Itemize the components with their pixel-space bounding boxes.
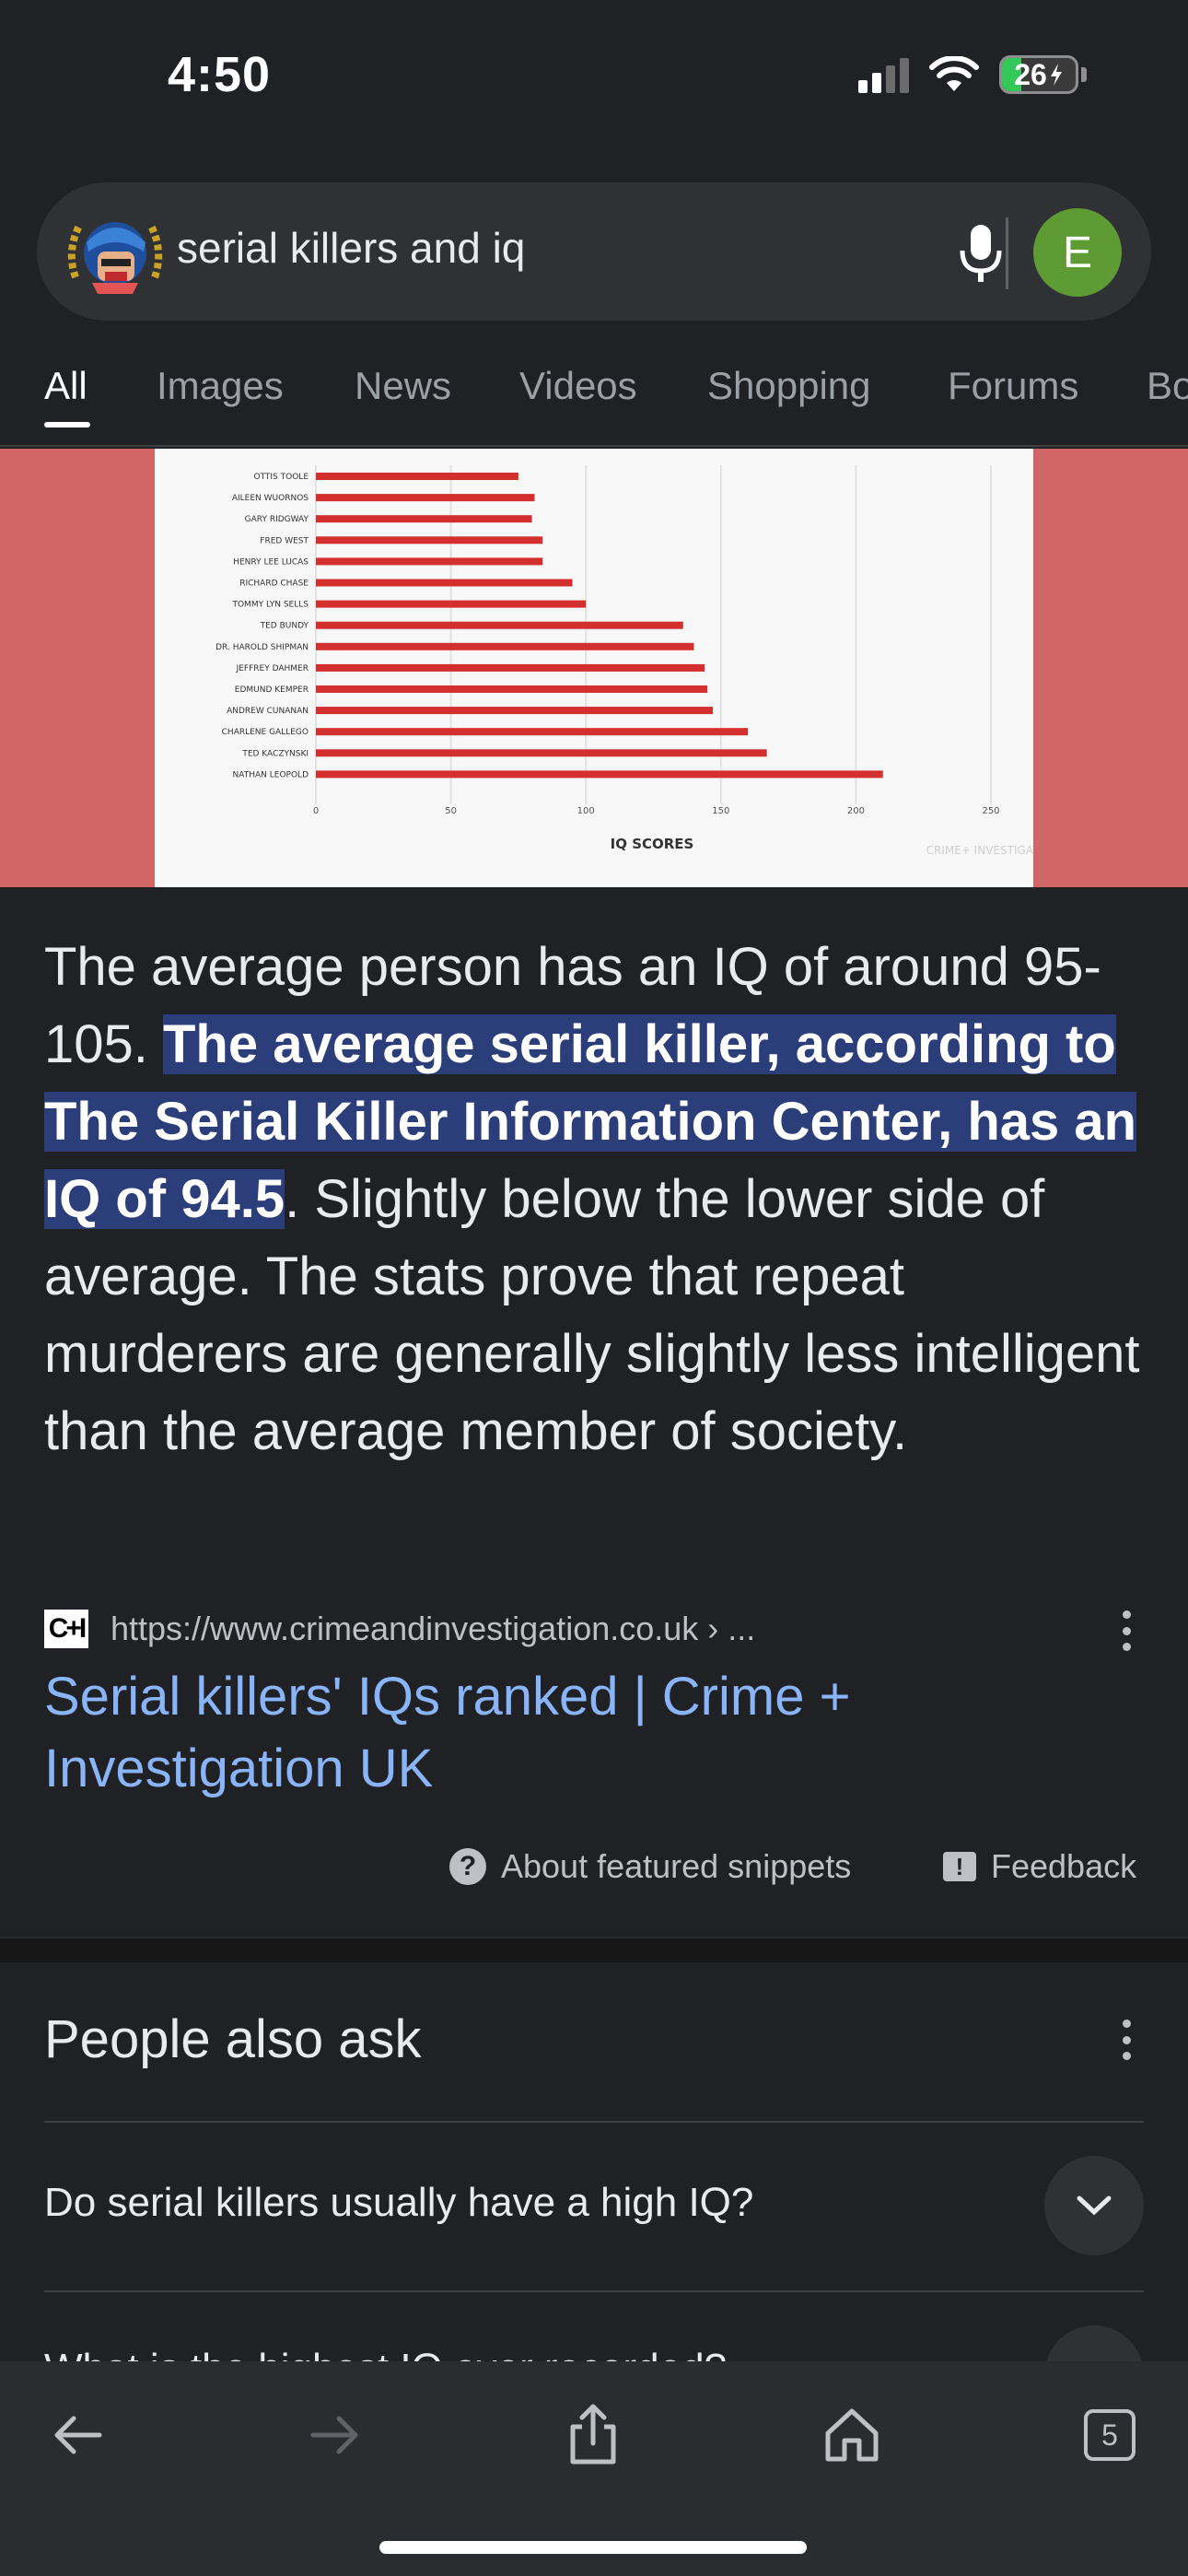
chart-bar <box>316 600 587 608</box>
chart-bar <box>316 707 714 715</box>
chart-bar <box>316 770 883 779</box>
chart-bar <box>316 663 705 672</box>
site-favicon: C+I <box>44 1610 88 1648</box>
search-divider <box>1006 217 1008 289</box>
chart-bar <box>316 685 708 693</box>
paa-title: People also ask <box>44 2009 422 2069</box>
battery-icon: 26 <box>999 55 1078 94</box>
feedback-icon: ! <box>943 1852 976 1881</box>
help-icon: ? <box>449 1848 486 1885</box>
home-icon <box>825 2408 879 2462</box>
chart-x-tick-label: 0 <box>313 806 319 816</box>
chart-bar <box>316 536 543 544</box>
chart-bar <box>316 494 535 502</box>
paa-question[interactable]: Do serial killers usually have a high IQ… <box>44 2180 753 2226</box>
result-more-options-icon[interactable] <box>1121 1610 1132 1651</box>
chart-category-label: NATHAN LEOPOLD <box>233 770 309 779</box>
tab-images[interactable]: Images <box>157 364 284 408</box>
chart-watermark: CRIME+ INVESTIGATION <box>926 844 1033 857</box>
share-icon <box>570 2404 616 2465</box>
tab-books[interactable]: Bo <box>1147 364 1188 408</box>
chart-bar <box>316 621 683 629</box>
featured-image[interactable]: 0 50 100 150 200 250 OTTIS TOOLE AILEEN WUORNOS… <box>155 449 1059 887</box>
paa-divider <box>44 2121 1144 2123</box>
chart-x-tick-label: 50 <box>445 806 457 816</box>
home-button[interactable] <box>806 2389 898 2481</box>
battery-level: 26 <box>1014 57 1047 91</box>
chart-x-tick-label: 150 <box>712 806 729 816</box>
result-title-link[interactable]: Serial killers' IQs ranked | Crime + Inv… <box>44 1661 1103 1805</box>
active-tab-indicator <box>44 422 90 427</box>
chart-category-label: GARY RIDGWAY <box>245 515 309 524</box>
section-separator <box>0 1937 1188 1962</box>
search-input[interactable]: serial killers and iq <box>177 223 525 273</box>
about-featured-snippets-link[interactable]: ? About featured snippets <box>449 1847 851 1886</box>
paa-divider <box>44 2290 1144 2292</box>
tabs-divider <box>0 445 1188 447</box>
chart-category-label: ANDREW CUNANAN <box>227 707 309 716</box>
chart-x-tick-label: 250 <box>982 806 999 816</box>
chart-category-label: DR. HAROLD SHIPMAN <box>215 643 309 652</box>
tab-all[interactable]: All <box>44 364 87 408</box>
chart-category-label: TED KACZYNSKI <box>241 749 309 758</box>
forward-button[interactable] <box>289 2389 381 2481</box>
chart-x-tick-label: 200 <box>847 806 865 816</box>
chevron-down-icon[interactable] <box>1044 2156 1144 2255</box>
search-bar[interactable]: serial killers and iq E <box>37 182 1151 321</box>
cellular-signal-icon <box>858 56 909 93</box>
chart-bar <box>316 579 573 587</box>
search-tabs: All Images News Videos Shopping Forums B… <box>0 350 1188 442</box>
chart-category-label: TED BUNDY <box>260 622 309 631</box>
tab-count-icon: 5 <box>1084 2409 1136 2461</box>
chart-bar <box>316 642 694 650</box>
featured-snippet-text: The average person has an IQ of around 9… <box>44 929 1149 1470</box>
chart-category-label: RICHARD CHASE <box>239 580 309 589</box>
paa-more-options-icon[interactable] <box>1121 2020 1132 2060</box>
about-label: About featured snippets <box>501 1847 852 1885</box>
chart-category-label: TOMMY LYN SELLS <box>231 601 309 610</box>
wifi-icon <box>929 56 979 91</box>
tabs-button[interactable]: 5 <box>1064 2389 1156 2481</box>
iq-chart: 0 50 100 150 200 250 OTTIS TOOLE AILEEN WUORNOS… <box>215 465 1059 857</box>
charging-bolt-icon <box>1050 64 1062 86</box>
status-icons: 26 <box>858 55 1087 94</box>
tab-news[interactable]: News <box>355 364 451 408</box>
back-button[interactable] <box>31 2389 123 2481</box>
chart-category-label: HENRY LEE LUCAS <box>233 557 309 567</box>
chart-bar <box>316 749 767 757</box>
status-time: 4:50 <box>168 47 272 102</box>
feedback-label: Feedback <box>991 1847 1137 1885</box>
status-bar: 4:50 26 <box>0 0 1188 157</box>
chart-bar <box>316 473 518 480</box>
tab-forums[interactable]: Forums <box>948 364 1078 408</box>
result-source[interactable]: C+I https://www.crimeandinvestigation.co… <box>44 1603 1149 1655</box>
arrow-left-icon <box>54 2416 102 2454</box>
chart-bar <box>316 557 543 566</box>
feedback-link[interactable]: ! Feedback <box>943 1847 1136 1886</box>
tab-videos[interactable]: Videos <box>519 364 637 408</box>
home-indicator <box>379 2541 807 2554</box>
chart-category-label: OTTIS TOOLE <box>253 473 309 482</box>
chart-category-label: EDMUND KEMPER <box>235 685 309 695</box>
chart-category-label: FRED WEST <box>260 536 309 545</box>
chart-bar <box>316 515 532 523</box>
arrow-right-icon <box>310 2416 358 2454</box>
chart-category-label: JEFFREY DAHMER <box>236 664 309 673</box>
chart-x-axis-label: IQ SCORES <box>611 836 694 852</box>
account-avatar[interactable]: E <box>1033 208 1122 297</box>
chart-category-label: CHARLENE GALLEGO <box>222 728 309 737</box>
share-button[interactable] <box>547 2389 639 2481</box>
chart-x-tick-label: 100 <box>577 806 595 816</box>
chart-bar <box>316 728 749 736</box>
source-url[interactable]: https://www.crimeandinvestigation.co.uk … <box>111 1610 755 1648</box>
tab-shopping[interactable]: Shopping <box>707 364 871 408</box>
chart-category-label: AILEEN WUORNOS <box>232 494 309 503</box>
google-doodle-icon[interactable] <box>64 205 166 298</box>
